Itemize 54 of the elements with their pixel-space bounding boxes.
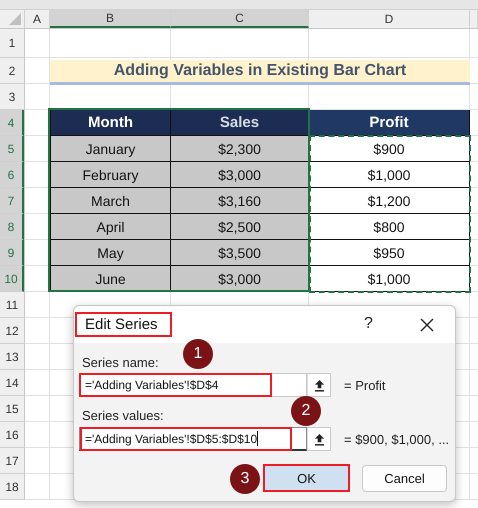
row-header[interactable]: 7 xyxy=(0,188,24,214)
field-reading: = Profit xyxy=(344,378,386,392)
row-header[interactable]: 6 xyxy=(0,162,24,188)
row-header[interactable]: 10 xyxy=(0,266,24,292)
row-header[interactable]: 11 xyxy=(0,292,24,318)
collapse-dialog-button[interactable] xyxy=(307,373,331,397)
upload-arrow-icon xyxy=(314,378,324,392)
row-header[interactable]: 15 xyxy=(0,396,24,422)
table-cell: $1,000 xyxy=(309,162,470,188)
row-header[interactable]: 12 xyxy=(0,318,24,344)
dialog-title: Edit Series xyxy=(75,312,172,337)
table-cell: $800 xyxy=(309,214,470,240)
column-header[interactable]: D xyxy=(309,10,470,28)
table-cell: April xyxy=(50,214,171,240)
row-header[interactable]: 8 xyxy=(0,214,24,240)
step-number-badge: 1 xyxy=(183,339,213,369)
column-header[interactable]: B xyxy=(50,10,171,28)
table-cell: $3,500 xyxy=(171,240,309,266)
step-number-badge: 2 xyxy=(291,396,321,426)
table-cell: May xyxy=(50,240,171,266)
table-cell: June xyxy=(50,266,171,292)
row-header[interactable]: 9 xyxy=(0,240,24,266)
row-header[interactable]: 4 xyxy=(0,110,24,136)
dialog-button[interactable]: Cancel xyxy=(362,465,447,492)
field-label: Series values: xyxy=(82,407,164,425)
table-cell: $3,160 xyxy=(171,188,309,214)
step-number-badge: 3 xyxy=(230,464,260,494)
table-cell: $950 xyxy=(309,240,470,266)
row-header[interactable]: 17 xyxy=(0,448,24,474)
column-header[interactable]: C xyxy=(171,10,309,28)
table-header-cell: Sales xyxy=(171,110,309,136)
collapse-dialog-button[interactable] xyxy=(307,427,331,451)
table-header-cell: Month xyxy=(50,110,171,136)
table-header-cell: Profit xyxy=(309,110,470,136)
table-cell: February xyxy=(50,162,171,188)
row-header[interactable]: 1 xyxy=(0,29,24,58)
row-header[interactable]: 16 xyxy=(0,422,24,448)
close-icon[interactable] xyxy=(420,318,434,332)
field-reading: = $900, $1,000, ... xyxy=(344,432,450,446)
row-header[interactable]: 18 xyxy=(0,474,24,500)
table-cell: $3,000 xyxy=(171,266,309,292)
row-header[interactable]: 2 xyxy=(0,58,24,84)
table-cell: $2,300 xyxy=(171,136,309,162)
row-header[interactable]: 14 xyxy=(0,370,24,396)
row-header[interactable]: 5 xyxy=(0,136,24,162)
sheet-title: Adding Variables in Existing Bar Chart xyxy=(50,60,470,85)
row-header[interactable]: 13 xyxy=(0,344,24,370)
table-cell: $3,000 xyxy=(171,162,309,188)
help-button[interactable]: ? xyxy=(364,315,373,333)
table-cell: March xyxy=(50,188,171,214)
upload-arrow-icon xyxy=(314,432,324,446)
field-label: Series name: xyxy=(82,354,159,372)
table-cell: $2,500 xyxy=(171,214,309,240)
table-cell: January xyxy=(50,136,171,162)
